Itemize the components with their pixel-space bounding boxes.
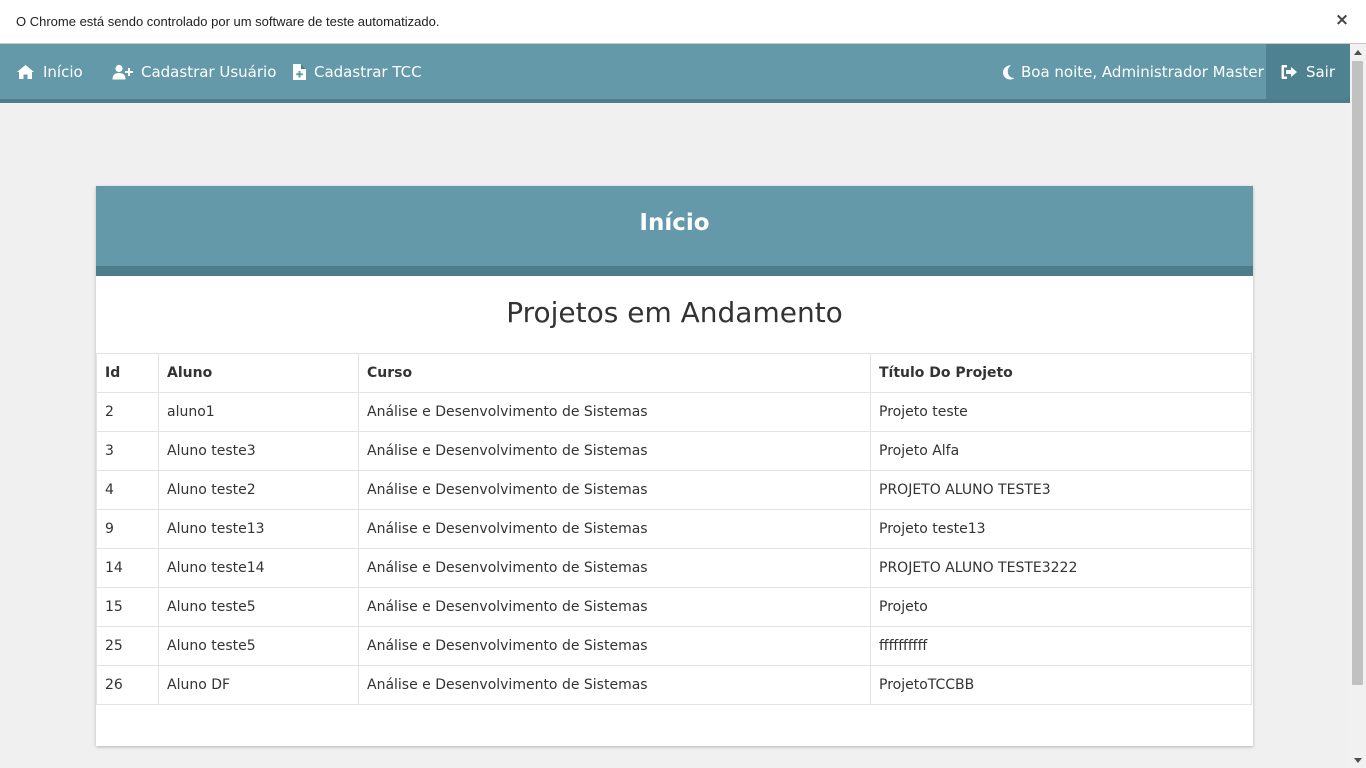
user-plus-icon (112, 64, 133, 79)
vertical-scrollbar[interactable] (1350, 44, 1366, 768)
cell-titulo: ProjetoTCCBB (870, 665, 1252, 705)
header-aluno: Aluno (158, 353, 359, 393)
projects-table: Id Aluno Curso Título Do Projeto 2 aluno… (96, 353, 1252, 705)
cell-curso: Análise e Desenvolvimento de Sistemas (358, 665, 871, 705)
top-navbar: Início Cadastrar Usuário Cadastrar TCC B… (0, 44, 1350, 103)
cell-aluno: Aluno teste2 (158, 470, 359, 510)
infobar-message: O Chrome está sendo controlado por um so… (16, 14, 440, 29)
cell-curso: Análise e Desenvolvimento de Sistemas (358, 626, 871, 666)
cell-aluno: Aluno teste5 (158, 626, 359, 666)
scroll-down-arrow-icon[interactable] (1354, 758, 1362, 763)
cell-titulo: PROJETO ALUNO TESTE3 (870, 470, 1252, 510)
cell-id: 2 (96, 392, 159, 432)
table-row: 25 Aluno teste5 Análise e Desenvolviment… (96, 626, 1252, 666)
cell-id: 15 (96, 587, 159, 627)
table-row: 15 Aluno teste5 Análise e Desenvolviment… (96, 587, 1252, 627)
cell-id: 4 (96, 470, 159, 510)
table-row: 3 Aluno teste3 Análise e Desenvolvimento… (96, 431, 1252, 471)
cell-titulo: Projeto teste13 (870, 509, 1252, 549)
cell-titulo: Projeto Alfa (870, 431, 1252, 471)
header-id: Id (96, 353, 159, 393)
cell-aluno: Aluno DF (158, 665, 359, 705)
cell-id: 9 (96, 509, 159, 549)
cell-curso: Análise e Desenvolvimento de Sistemas (358, 509, 871, 549)
cell-aluno: aluno1 (158, 392, 359, 432)
cell-titulo: Projeto teste (870, 392, 1252, 432)
cell-curso: Análise e Desenvolvimento de Sistemas (358, 431, 871, 471)
page-title: Início (639, 210, 710, 236)
card-header: Início (96, 186, 1253, 276)
logout-button[interactable]: Sair (1266, 44, 1350, 99)
cell-titulo: ffffffffff (870, 626, 1252, 666)
cell-titulo: Projeto (870, 587, 1252, 627)
section-title: Projetos em Andamento (506, 296, 843, 329)
nav-home-label: Início (43, 62, 83, 81)
table-row: 2 aluno1 Análise e Desenvolvimento de Si… (96, 392, 1252, 432)
table-row: 26 Aluno DF Análise e Desenvolvimento de… (96, 665, 1252, 705)
table-header-row: Id Aluno Curso Título Do Projeto (96, 353, 1252, 393)
main-card: Início Projetos em Andamento Id Aluno Cu… (96, 186, 1253, 746)
scrollbar-thumb[interactable] (1352, 61, 1363, 685)
cell-aluno: Aluno teste14 (158, 548, 359, 588)
cell-id: 26 (96, 665, 159, 705)
header-curso: Curso (358, 353, 871, 393)
table-row: 4 Aluno teste2 Análise e Desenvolvimento… (96, 470, 1252, 510)
cell-aluno: Aluno teste5 (158, 587, 359, 627)
cell-curso: Análise e Desenvolvimento de Sistemas (358, 470, 871, 510)
home-icon (17, 64, 34, 79)
cell-curso: Análise e Desenvolvimento de Sistemas (358, 392, 871, 432)
cell-id: 14 (96, 548, 159, 588)
greeting-text: Boa noite, Administrador Master! (1021, 62, 1270, 81)
nav-register-user-label: Cadastrar Usuário (141, 62, 277, 81)
table-row: 9 Aluno teste13 Análise e Desenvolviment… (96, 509, 1252, 549)
cell-id: 25 (96, 626, 159, 666)
scroll-up-arrow-icon[interactable] (1354, 50, 1362, 55)
cell-aluno: Aluno teste3 (158, 431, 359, 471)
logout-label: Sair (1305, 62, 1336, 81)
cell-titulo: PROJETO ALUNO TESTE3222 (870, 548, 1252, 588)
header-titulo: Título Do Projeto (870, 353, 1252, 393)
nav-register-tcc-label: Cadastrar TCC (314, 62, 422, 81)
cell-curso: Análise e Desenvolvimento de Sistemas (358, 548, 871, 588)
moon-icon (1003, 64, 1015, 79)
cell-id: 3 (96, 431, 159, 471)
file-plus-icon (293, 63, 306, 80)
cell-curso: Análise e Desenvolvimento de Sistemas (358, 587, 871, 627)
sign-out-icon (1281, 64, 1297, 79)
nav-home-link[interactable]: Início (16, 44, 83, 99)
user-greeting: Boa noite, Administrador Master! (1001, 44, 1270, 99)
table-row: 14 Aluno teste14 Análise e Desenvolvimen… (96, 548, 1252, 588)
nav-register-user-link[interactable]: Cadastrar Usuário (112, 44, 276, 99)
infobar-close-icon[interactable]: × (1333, 10, 1351, 32)
cell-aluno: Aluno teste13 (158, 509, 359, 549)
nav-register-tcc-link[interactable]: Cadastrar TCC (293, 44, 422, 99)
automation-infobar: O Chrome está sendo controlado por um so… (0, 0, 1366, 44)
